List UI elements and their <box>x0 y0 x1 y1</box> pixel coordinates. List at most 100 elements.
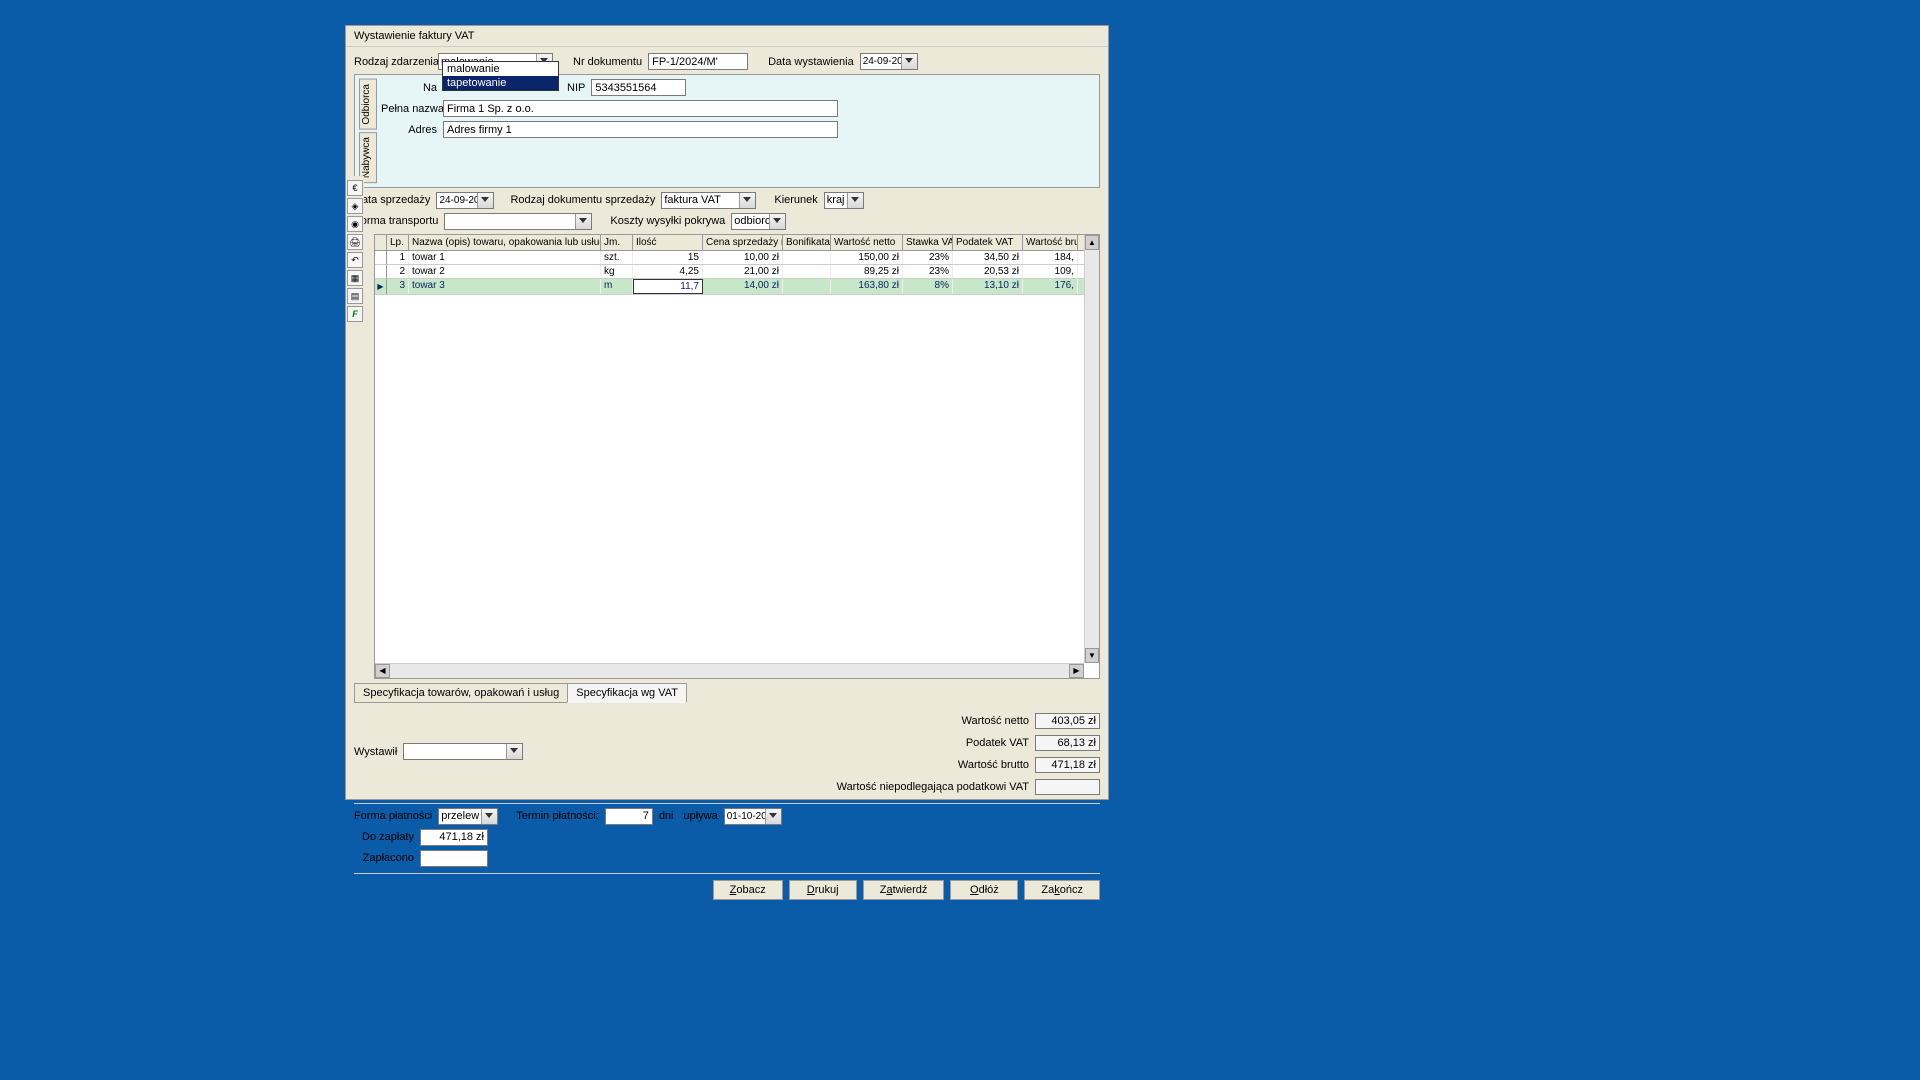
col-stawka[interactable]: Stawka VAT <box>903 235 953 250</box>
scroll-left-icon[interactable]: ◀ <box>375 664 390 678</box>
items-grid: Lp. Nazwa (opis) towaru, opakowania lub … <box>374 234 1100 679</box>
recipient-box: Odbiorca Nabywca Na NIP Pełna nazwa Adre… <box>354 74 1100 188</box>
invoice-window: Wystawienie faktury VAT Rodzaj zdarzenia… <box>345 25 1109 800</box>
left-toolbar: € ◈ ◉ 🖨 ↶ ▦ ▤ F <box>346 176 364 322</box>
zaplacono-label: Zapłacono <box>354 852 414 864</box>
koszty-wysylki-label: Koszty wysyłki pokrywa <box>610 215 725 227</box>
tab-spec-vat[interactable]: Specyfikacja wg VAT <box>567 683 687 703</box>
col-bonif[interactable]: Bonifikata <box>783 235 831 250</box>
scroll-down-icon[interactable]: ▼ <box>1085 648 1099 663</box>
wartosc-brutto-label: Wartość brutto <box>958 759 1029 771</box>
window-title: Wystawienie faktury VAT <box>354 30 475 42</box>
tool-icon-6[interactable]: ▤ <box>347 288 363 304</box>
adres-label: Adres <box>381 124 437 136</box>
chevron-down-icon <box>769 813 777 818</box>
nip-input[interactable] <box>591 79 686 96</box>
tool-undo-icon[interactable]: ↶ <box>347 252 363 268</box>
button-bar: Zobacz Drukuj Zatwierdź Odłóż Zakończ <box>354 873 1100 900</box>
wartosc-niepodleg-value <box>1035 779 1100 795</box>
dropdown-option-tapetowanie[interactable]: tapetowanie <box>443 76 558 90</box>
nip-label: NIP <box>567 82 585 94</box>
chevron-down-icon <box>773 218 781 223</box>
scroll-right-icon[interactable]: ▶ <box>1069 664 1084 678</box>
tab-spec-towarow[interactable]: Specyfikacja towarów, opakowań i usług <box>354 683 568 703</box>
wystawil-select[interactable] <box>403 743 523 760</box>
ilosc-edit-cell[interactable]: 11,7 <box>633 279 703 294</box>
do-zaplaty-input[interactable] <box>420 829 488 846</box>
chevron-down-icon <box>579 218 587 223</box>
col-ilosc[interactable]: Ilość <box>633 235 703 250</box>
horizontal-scrollbar[interactable]: ◀ ▶ <box>375 663 1084 678</box>
rodzaj-zdarzenia-dropdown[interactable]: malowanie tapetowanie <box>442 61 559 91</box>
uplywa-label: upływa <box>684 810 718 822</box>
zakoncz-button[interactable]: Zakończ <box>1024 880 1100 900</box>
wartosc-netto-label: Wartość netto <box>962 715 1029 727</box>
adres-input[interactable] <box>443 121 838 138</box>
dni-label: dni <box>659 810 674 822</box>
window-titlebar: Wystawienie faktury VAT <box>346 26 1108 47</box>
data-sprzedazy-label: Data sprzedaży <box>354 194 430 206</box>
tool-icon-5[interactable]: ▦ <box>347 270 363 286</box>
wartosc-brutto-value: 471,18 zł <box>1035 757 1100 773</box>
podatek-vat-value: 68,13 zł <box>1035 735 1100 751</box>
do-zaplaty-label: Do zapłaty <box>354 831 414 843</box>
zaplacono-input[interactable] <box>420 850 488 867</box>
zatwierdz-button[interactable]: Zatwierdź <box>863 880 945 900</box>
pelna-nazwa-label: Pełna nazwa <box>381 103 437 115</box>
pelna-nazwa-input[interactable] <box>443 100 838 117</box>
zobacz-button[interactable]: Zobacz <box>713 880 783 900</box>
tool-icon-2[interactable]: ◉ <box>347 216 363 232</box>
col-brutto[interactable]: Wartość brutt <box>1023 235 1078 250</box>
wartosc-netto-value: 403,05 zł <box>1035 713 1100 729</box>
forma-transportu-label: Forma transportu <box>354 215 438 227</box>
col-cena[interactable]: Cena sprzedaży netto <box>703 235 783 250</box>
chevron-down-icon <box>485 813 493 818</box>
tool-print-icon[interactable]: 🖨 <box>347 234 363 250</box>
data-wystawienia-select[interactable]: 24-09-2024 <box>860 53 918 70</box>
dropdown-option-malowanie[interactable]: malowanie <box>443 62 558 76</box>
col-podatek[interactable]: Podatek VAT <box>953 235 1023 250</box>
col-lp[interactable]: Lp. <box>387 235 409 250</box>
drukuj-button[interactable]: Drukuj <box>789 880 857 900</box>
termin-platnosci-label: Termin płatności: <box>516 810 599 822</box>
table-row[interactable]: 2 towar 2 kg 4,25 21,00 zł 89,25 zł 23% … <box>375 265 1099 279</box>
kierunek-select[interactable]: kraj <box>824 192 864 209</box>
forma-transportu-select[interactable] <box>444 213 592 230</box>
tab-odbiorca[interactable]: Odbiorca <box>359 79 377 130</box>
rodzaj-dokumentu-select[interactable]: faktura VAT <box>661 192 756 209</box>
col-netto[interactable]: Wartość netto <box>831 235 903 250</box>
odloz-button[interactable]: Odłóż <box>950 880 1018 900</box>
kierunek-label: Kierunek <box>774 194 817 206</box>
uplywa-select[interactable]: 01-10-2024 <box>724 808 782 825</box>
rodzaj-zdarzenia-label: Rodzaj zdarzenia <box>354 56 432 68</box>
chevron-down-icon <box>851 197 859 202</box>
col-nazwa[interactable]: Nazwa (opis) towaru, opakowania lub usłu… <box>409 235 601 250</box>
vertical-scrollbar[interactable]: ▲ ▼ <box>1084 235 1099 663</box>
nr-dokumentu-label: Nr dokumentu <box>573 56 642 68</box>
tool-formula-icon[interactable]: F <box>347 306 363 322</box>
tool-icon-1[interactable]: ◈ <box>347 198 363 214</box>
scroll-up-icon[interactable]: ▲ <box>1085 235 1099 250</box>
col-jm[interactable]: Jm. <box>601 235 633 250</box>
forma-platnosci-label: Forma płatności <box>354 810 432 822</box>
chevron-down-icon <box>481 197 489 202</box>
rodzaj-dokumentu-label: Rodzaj dokumentu sprzedaży <box>510 194 655 206</box>
nr-dokumentu-input[interactable] <box>648 53 748 70</box>
termin-platnosci-input[interactable] <box>605 808 653 825</box>
data-wystawienia-label: Data wystawienia <box>768 56 854 68</box>
nazwisko-partial-label: Na <box>381 82 437 94</box>
koszty-wysylki-select[interactable]: odbiorca <box>731 213 786 230</box>
wartosc-niepodleg-label: Wartość niepodlegająca podatkowi VAT <box>837 781 1029 793</box>
chevron-down-icon <box>905 58 913 63</box>
forma-platnosci-select[interactable]: przelew <box>438 808 498 825</box>
table-row[interactable]: 1 towar 1 szt. 15 10,00 zł 150,00 zł 23%… <box>375 251 1099 265</box>
tool-euro-icon[interactable]: € <box>347 180 363 196</box>
wystawil-label: Wystawił <box>354 746 397 758</box>
chevron-down-icon <box>743 197 751 202</box>
table-row[interactable]: ▶ 3 towar 3 m 11,7 14,00 zł 163,80 zł 8%… <box>375 279 1099 295</box>
data-sprzedazy-select[interactable]: 24-09-2024 <box>436 192 494 209</box>
podatek-vat-label: Podatek VAT <box>966 737 1029 749</box>
grid-header-row: Lp. Nazwa (opis) towaru, opakowania lub … <box>375 235 1099 251</box>
spec-tabs: Specyfikacja towarów, opakowań i usług S… <box>354 683 1100 703</box>
chevron-down-icon <box>510 748 518 753</box>
